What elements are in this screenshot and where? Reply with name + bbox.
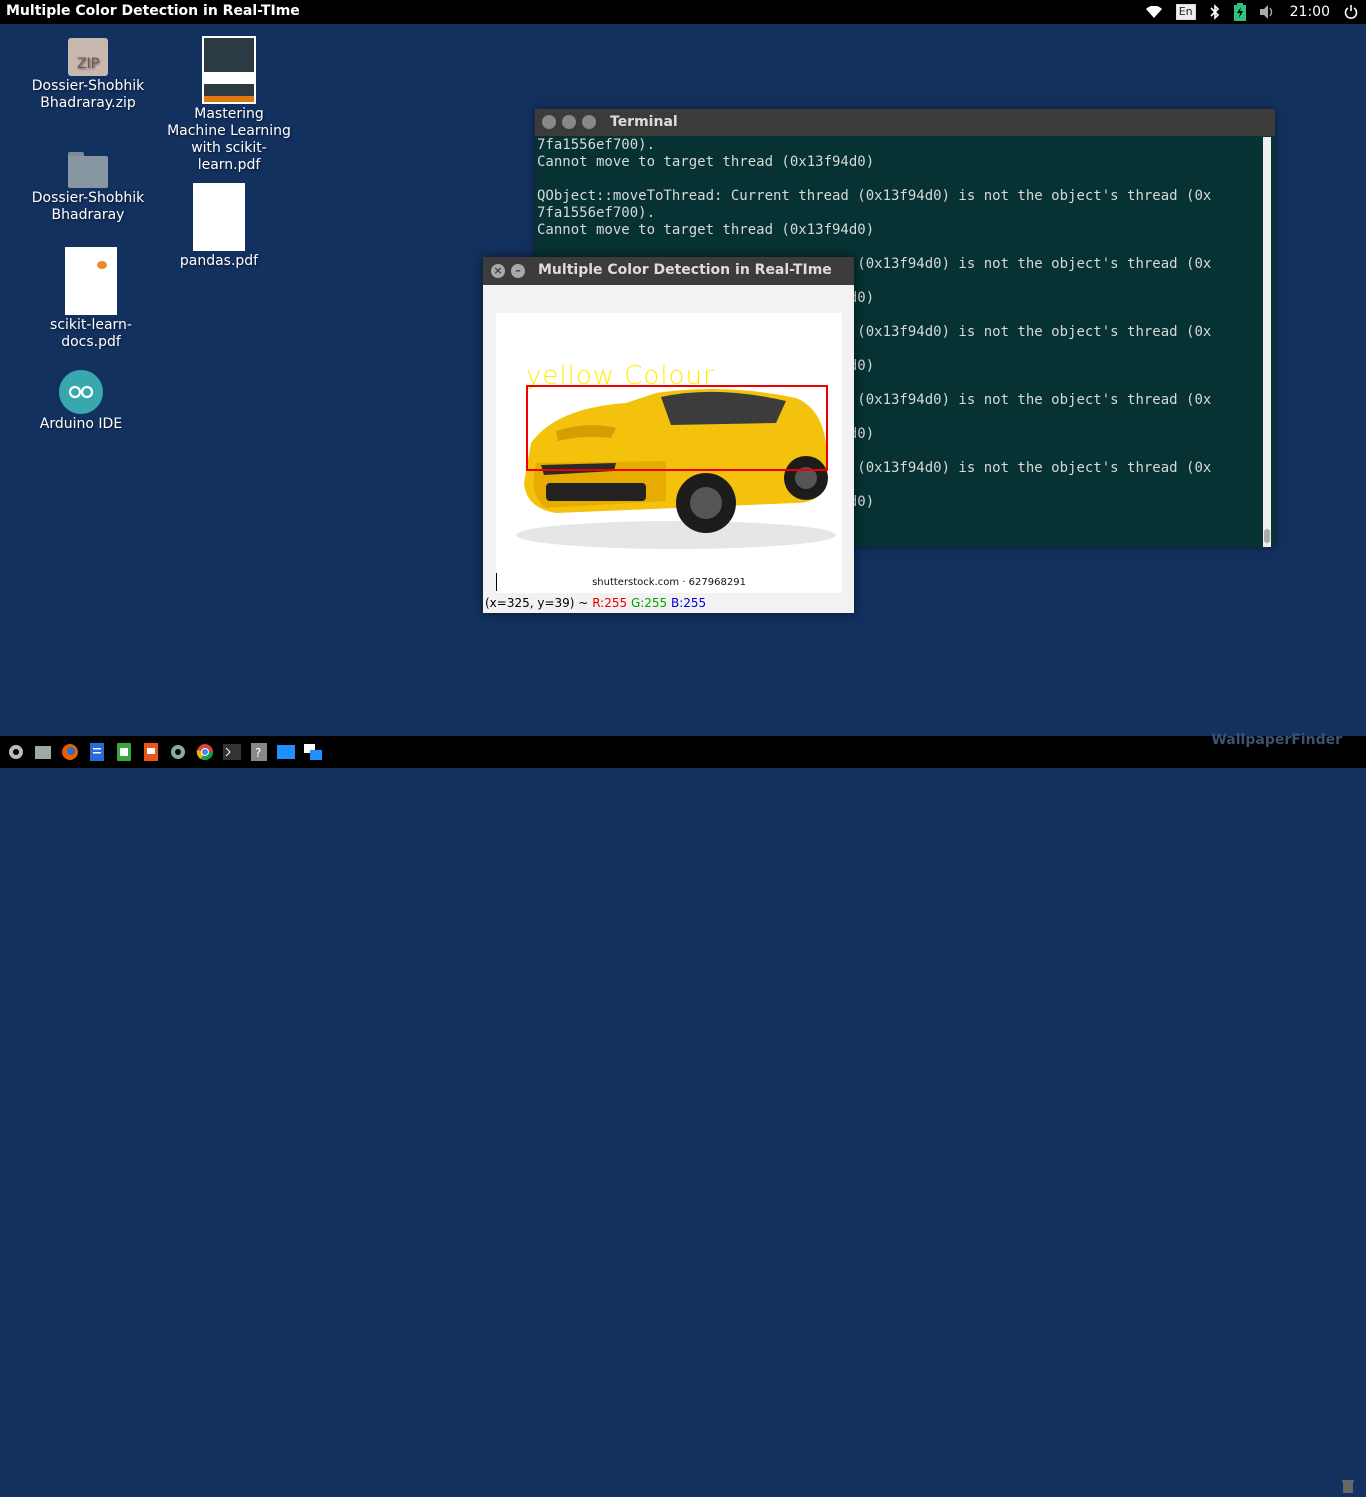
desktop-icon-label: scikit-learn-docs.pdf <box>50 317 132 350</box>
desktop-icon-pandas-pdf[interactable]: pandas.pdf <box>154 183 284 270</box>
clock[interactable]: 21:00 <box>1290 0 1330 24</box>
writer-icon[interactable] <box>87 742 107 762</box>
terminal-line: 7fa1556ef700). <box>537 137 656 153</box>
terminal-titlebar[interactable]: Terminal <box>535 109 1275 136</box>
trash-icon[interactable] <box>1342 1478 1354 1497</box>
image-window-title: Multiple Color Detection in Real-TIme <box>538 262 832 278</box>
desktop-icon-mastering-ml-pdf[interactable]: Mastering Machine Learning with scikit-l… <box>164 36 294 174</box>
green-value: G:255 <box>630 596 668 610</box>
close-button[interactable] <box>542 115 556 129</box>
active-window-title: Multiple Color Detection in Real-TIme <box>6 3 300 19</box>
wallpaper-watermark: WallpaperFinder <box>1211 732 1342 748</box>
maximize-button[interactable] <box>582 115 596 129</box>
desktop-icon-label: Dossier-Shobhik Bhadraray <box>31 190 145 223</box>
volume-icon[interactable] <box>1259 0 1276 24</box>
terminal-line: Cannot move to target thread (0x13f94d0) <box>537 222 875 238</box>
help-icon[interactable]: ? <box>249 742 269 762</box>
image-credit: shutterstock.com · 627968291 <box>592 577 746 588</box>
top-panel: Multiple Color Detection in Real-TIme En… <box>0 0 1366 24</box>
bluetooth-icon[interactable] <box>1210 0 1220 24</box>
cursor-coordinates: (x=325, y=39) ~ <box>485 596 589 610</box>
terminal-line: Cannot move to target thread (0x13f94d0) <box>537 154 875 170</box>
wifi-icon[interactable] <box>1145 0 1162 24</box>
zip-badge: ZIP <box>76 56 100 72</box>
scrollbar-thumb[interactable] <box>1264 529 1270 543</box>
calc-icon[interactable] <box>114 742 134 762</box>
color-detection-window[interactable]: × – Multiple Color Detection in Real-TIm… <box>483 257 854 613</box>
detection-image-canvas[interactable]: yellow Colour shutterstock.com · 6279682… <box>496 313 842 593</box>
keyboard-layout-indicator[interactable]: En <box>1175 0 1196 24</box>
blue-value: B:255 <box>671 596 707 610</box>
desktop-icon-label: Mastering Machine Learning with scikit-l… <box>167 106 291 173</box>
detection-bounding-box <box>526 385 828 471</box>
pdf-book-cover-icon <box>202 36 256 104</box>
files-icon[interactable] <box>33 742 53 762</box>
terminal-scrollbar[interactable] <box>1263 137 1271 547</box>
terminal-icon[interactable] <box>222 742 242 762</box>
terminal-title: Terminal <box>610 114 678 130</box>
minimize-icon[interactable]: – <box>511 264 525 278</box>
pdf-document-icon <box>65 247 117 315</box>
firefox-icon[interactable] <box>60 742 80 762</box>
desktop-icon-scikit-docs-pdf[interactable]: scikit-learn-docs.pdf <box>26 247 156 351</box>
power-icon[interactable] <box>1344 0 1358 24</box>
desktop-icon-label: pandas.pdf <box>179 253 259 269</box>
red-value: R:255 <box>592 596 628 610</box>
zip-archive-icon: ZIP <box>68 38 108 76</box>
close-icon[interactable]: × <box>491 264 505 278</box>
impress-icon[interactable] <box>141 742 161 762</box>
image-window-titlebar[interactable]: × – Multiple Color Detection in Real-TIm… <box>483 257 854 285</box>
chrome-icon[interactable] <box>195 742 215 762</box>
folder-icon <box>68 152 108 188</box>
desktop-icon-dossier-zip[interactable]: ZIP Dossier-Shobhik Bhadraray.zip <box>23 38 153 112</box>
pixel-status-bar: (x=325, y=39) ~ R:255 G:255 B:255 <box>485 596 706 610</box>
settings-icon[interactable] <box>168 742 188 762</box>
desktop-icon-arduino[interactable]: Arduino IDE <box>16 370 146 433</box>
taskbar-dock: ? <box>0 736 1366 1493</box>
window-icon[interactable] <box>276 742 296 762</box>
terminal-line: 7fa1556ef700). <box>537 205 656 221</box>
desktop-icon-dossier-folder[interactable]: Dossier-Shobhik Bhadraray <box>23 152 153 224</box>
workspace-icon[interactable] <box>303 742 323 762</box>
dash-icon[interactable] <box>6 742 26 762</box>
keyboard-layout-label: En <box>1175 4 1196 20</box>
dock-items: ? <box>6 742 323 762</box>
battery-icon[interactable] <box>1233 0 1246 24</box>
pdf-document-icon <box>193 183 245 251</box>
minimize-button[interactable] <box>562 115 576 129</box>
svg-text:?: ? <box>255 746 261 760</box>
desktop-icon-label: Dossier-Shobhik Bhadraray.zip <box>31 78 145 111</box>
arduino-icon <box>59 370 103 414</box>
desktop-icon-label: Arduino IDE <box>39 416 123 432</box>
system-tray: En 21:00 <box>1145 0 1358 24</box>
terminal-line: QObject::moveToThread: Current thread (0… <box>537 188 1212 204</box>
